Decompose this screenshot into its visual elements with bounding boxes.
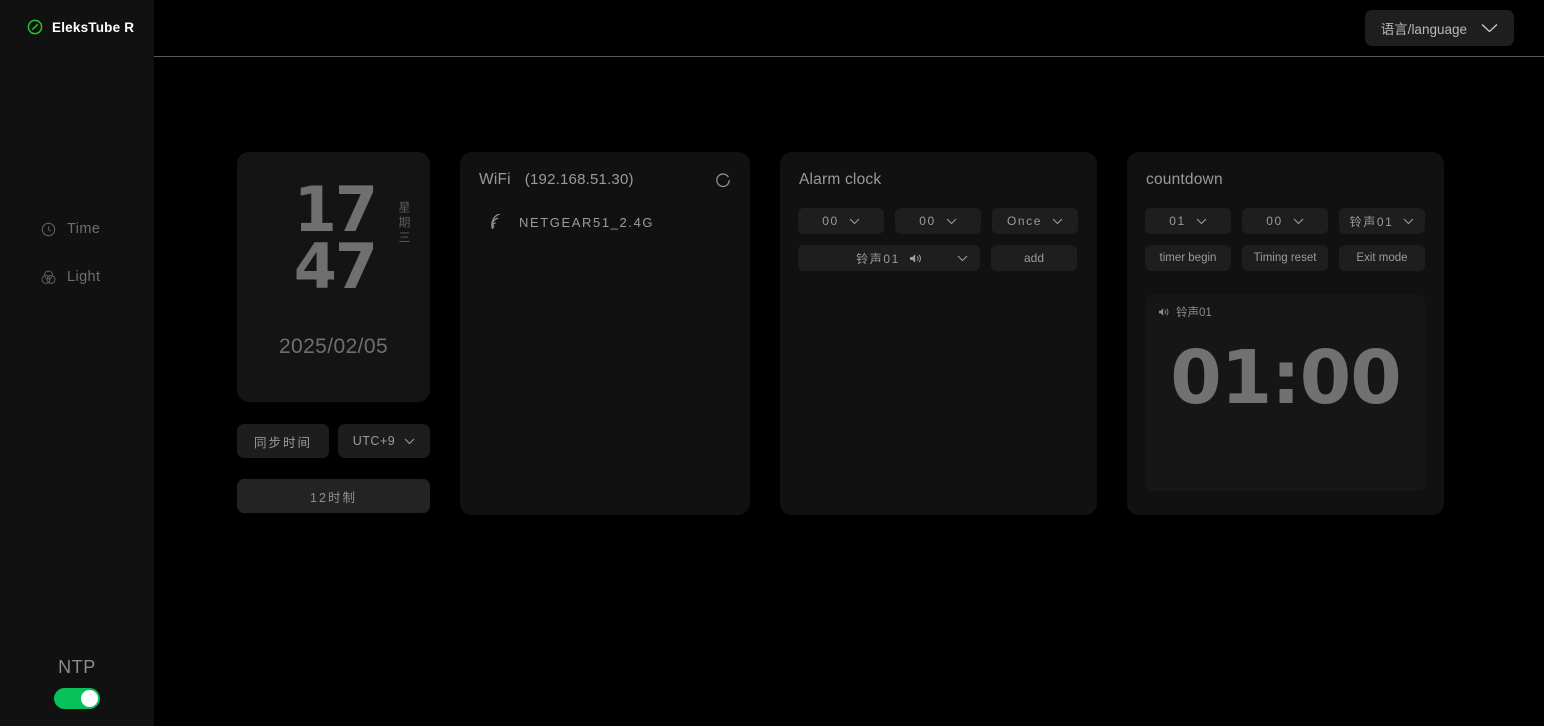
language-selector[interactable]: 语言/language bbox=[1364, 10, 1514, 46]
countdown-reset-button[interactable]: Timing reset bbox=[1242, 245, 1328, 271]
wifi-ssid: NETGEAR51_2.4G bbox=[519, 215, 655, 230]
countdown-exit-button[interactable]: Exit mode bbox=[1339, 245, 1425, 271]
countdown-start-button[interactable]: timer begin bbox=[1145, 245, 1231, 271]
wifi-panel-title: WiFi (192.168.51.30) bbox=[479, 171, 634, 189]
alarm-add-button[interactable]: add bbox=[991, 245, 1077, 271]
clock-controls: 同步时间 UTC+9 bbox=[237, 424, 430, 458]
alarm-row-ringtone: 铃声01 add bbox=[798, 245, 1078, 271]
countdown-ringtone-value: 铃声01 bbox=[1349, 214, 1394, 229]
countdown-minutes-select[interactable]: 01 bbox=[1145, 208, 1231, 234]
alarm-panel: Alarm clock 00 00 Once 铃声01 add bbox=[780, 152, 1097, 515]
chevron-down-icon bbox=[1196, 218, 1207, 225]
hour-format-button[interactable]: 12时制 bbox=[237, 479, 430, 513]
countdown-seconds-value: 00 bbox=[1266, 214, 1283, 228]
panel-board: 17 47 星期三 2025/02/05 同步时间 UTC+9 12时制 WiF… bbox=[237, 152, 1444, 515]
countdown-panel: countdown 01 00 铃声01 timer begin Timing … bbox=[1127, 152, 1444, 515]
alarm-ringtone-value-wrap: 铃声01 bbox=[856, 250, 922, 267]
toggle-knob bbox=[81, 690, 98, 707]
ntp-label: NTP bbox=[58, 657, 96, 677]
chevron-down-icon bbox=[1052, 218, 1063, 225]
countdown-display-ringtone-label: 铃声01 bbox=[1176, 307, 1212, 319]
chevron-down-icon bbox=[946, 218, 957, 225]
alarm-controls: 00 00 Once 铃声01 add bbox=[798, 208, 1078, 282]
speaker-icon bbox=[1158, 307, 1170, 317]
topbar: 语言/language bbox=[154, 0, 1544, 57]
countdown-panel-title: countdown bbox=[1146, 171, 1223, 188]
alarm-hour-select[interactable]: 00 bbox=[798, 208, 884, 234]
chevron-down-icon bbox=[1293, 218, 1304, 225]
countdown-row-time: 01 00 铃声01 bbox=[1145, 208, 1425, 234]
alarm-repeat-value: Once bbox=[1006, 214, 1043, 228]
wifi-ip-address: (192.168.51.30) bbox=[524, 171, 634, 188]
chevron-down-icon bbox=[1481, 23, 1498, 33]
ntp-block: NTP bbox=[0, 657, 154, 709]
countdown-minutes-value: 01 bbox=[1169, 214, 1186, 228]
chevron-down-icon bbox=[1403, 218, 1414, 225]
countdown-display: 铃声01 01:00 bbox=[1146, 295, 1425, 491]
timezone-selector[interactable]: UTC+9 bbox=[338, 424, 430, 458]
wifi-network-item[interactable]: NETGEAR51_2.4G bbox=[489, 214, 654, 231]
chevron-down-icon bbox=[957, 255, 968, 262]
sidebar-nav: Time Light bbox=[0, 205, 154, 301]
main-content: 语言/language 17 47 星期三 2025/02/05 同步时间 UT… bbox=[154, 0, 1544, 726]
clock-weekday: 星期三 bbox=[397, 201, 411, 246]
timezone-value: UTC+9 bbox=[352, 434, 396, 448]
clock-card: 17 47 星期三 2025/02/05 bbox=[237, 152, 430, 402]
refresh-icon[interactable] bbox=[714, 171, 732, 189]
wifi-panel: WiFi (192.168.51.30) NETGEAR51_2.4G bbox=[460, 152, 750, 515]
color-circles-icon bbox=[41, 270, 56, 285]
sidebar-item-time[interactable]: Time bbox=[0, 205, 154, 253]
alarm-repeat-select[interactable]: Once bbox=[992, 208, 1078, 234]
sidebar-item-label: Time bbox=[67, 220, 101, 237]
alarm-hour-value: 00 bbox=[822, 214, 839, 228]
alarm-row-time: 00 00 Once bbox=[798, 208, 1078, 234]
clock-minutes: 47 bbox=[293, 230, 378, 304]
app-root: EleksTube R Time Light NTP 语言/language 1… bbox=[0, 0, 1544, 726]
sidebar: EleksTube R Time Light NTP bbox=[0, 0, 154, 726]
chevron-down-icon bbox=[404, 438, 415, 445]
countdown-display-time: 01:00 bbox=[1170, 335, 1402, 421]
alarm-ringtone-select[interactable]: 铃声01 bbox=[798, 245, 980, 271]
sidebar-item-light[interactable]: Light bbox=[0, 253, 154, 301]
speaker-icon[interactable] bbox=[909, 253, 922, 264]
countdown-seconds-select[interactable]: 00 bbox=[1242, 208, 1328, 234]
ntp-toggle[interactable] bbox=[54, 688, 100, 709]
countdown-controls: 01 00 铃声01 timer begin Timing reset Exit… bbox=[1145, 208, 1425, 282]
clock-section: 17 47 星期三 2025/02/05 同步时间 UTC+9 12时制 bbox=[237, 152, 430, 513]
sync-time-button[interactable]: 同步时间 bbox=[237, 424, 329, 458]
wifi-signal-icon bbox=[489, 214, 508, 231]
sidebar-item-label: Light bbox=[67, 268, 101, 285]
alarm-ringtone-value: 铃声01 bbox=[856, 251, 900, 266]
brand-name: EleksTube R bbox=[52, 19, 135, 35]
countdown-row-actions: timer begin Timing reset Exit mode bbox=[1145, 245, 1425, 271]
clock-time: 17 47 bbox=[237, 178, 412, 304]
wifi-title-label: WiFi bbox=[479, 171, 511, 188]
pill-link-icon bbox=[27, 19, 43, 35]
language-label: 语言/language bbox=[1380, 22, 1467, 37]
chevron-down-icon bbox=[849, 218, 860, 225]
alarm-minute-value: 00 bbox=[919, 214, 936, 228]
countdown-ringtone-select[interactable]: 铃声01 bbox=[1339, 208, 1425, 234]
alarm-panel-title: Alarm clock bbox=[799, 171, 882, 188]
clock-icon bbox=[41, 222, 56, 237]
clock-date: 2025/02/05 bbox=[278, 335, 389, 358]
countdown-display-ringtone: 铃声01 bbox=[1146, 295, 1425, 320]
brand: EleksTube R bbox=[0, 0, 154, 35]
alarm-minute-select[interactable]: 00 bbox=[895, 208, 981, 234]
